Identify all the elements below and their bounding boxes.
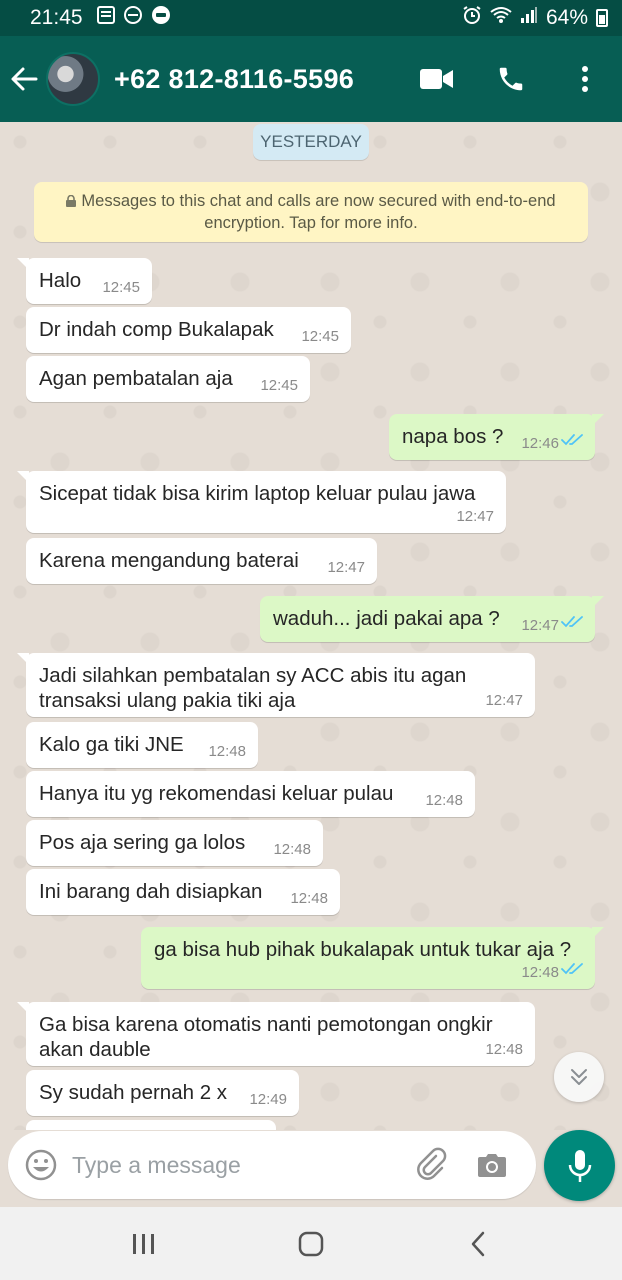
news-icon: [96, 6, 115, 30]
mic-icon: [568, 1149, 591, 1182]
message-bubble[interactable]: waduh... jadi pakai apa ? 12:47: [260, 596, 604, 642]
message-text: ga bisa hub pihak bukalapak untuk tukar …: [154, 938, 572, 961]
double-check-icon: [561, 610, 585, 635]
chat-area[interactable]: YESTERDAY Messages to this chat and call…: [0, 122, 622, 1130]
message-time: 12:47: [327, 559, 365, 576]
lock-icon: [66, 192, 77, 213]
message-time: 12:47: [456, 508, 494, 525]
wifi-icon: [490, 6, 512, 30]
message-time: 12:47: [485, 692, 523, 709]
camera-icon: [478, 1154, 506, 1177]
nav-back-icon: [472, 1231, 485, 1256]
message-time: 12:48: [521, 964, 559, 981]
message-bubble[interactable]: Kalo ga tiki JNE 12:48: [26, 722, 258, 768]
message-text: Jadi silahkan pembatalan sy ACC abis itu…: [39, 664, 467, 712]
message-bubble[interactable]: Ga bisa karena otomatis nanti pemotongan…: [17, 1002, 535, 1066]
nav-back-button[interactable]: [438, 1214, 518, 1274]
home-button[interactable]: [271, 1214, 351, 1274]
menu-button[interactable]: [548, 49, 622, 109]
message-time: 12:45: [301, 328, 339, 345]
signal-icon: [520, 6, 538, 30]
avatar[interactable]: [46, 52, 100, 106]
message-text: Halo: [39, 269, 82, 292]
message-bubble[interactable]: napa bos ? 12:46: [389, 414, 604, 460]
message-bubble[interactable]: ga bisa hub pihak bukalapak untuk tukar …: [141, 927, 604, 989]
message-text: Ga bisa karena otomatis nanti pemotongan…: [39, 1013, 493, 1061]
message-time: 12:49: [249, 1091, 287, 1108]
more-vert-icon: [582, 66, 588, 92]
battery-percent: 64%: [545, 6, 588, 29]
message-bubble[interactable]: Karena mengandung baterai 12:47: [26, 538, 377, 584]
message-input[interactable]: [72, 1140, 402, 1190]
status-time: 21:45: [30, 6, 83, 29]
battery-icon: [596, 9, 608, 27]
recent-apps-button[interactable]: [104, 1214, 184, 1274]
encryption-text: Messages to this chat and calls are now …: [81, 192, 556, 232]
chevron-double-down-icon: [571, 1069, 587, 1085]
message-bubble[interactable]: Dr indah comp Bukalapak 12:45: [26, 307, 351, 353]
emoji-icon: [25, 1149, 57, 1181]
message-time: 12:45: [102, 279, 140, 296]
message-text: Sy sudah pernah 2 x: [39, 1081, 228, 1104]
message-text: Karena mengandung baterai: [39, 549, 299, 572]
encryption-notice[interactable]: Messages to this chat and calls are now …: [34, 182, 588, 242]
video-call-icon: [420, 69, 453, 89]
message-text: Pos aja sering ga lolos: [39, 831, 246, 854]
back-arrow-icon: [11, 67, 38, 91]
back-button[interactable]: [2, 65, 46, 93]
video-call-button[interactable]: [400, 49, 474, 109]
message-bubble[interactable]: Hanya itu yg rekomendasi keluar pulau 12…: [26, 771, 475, 817]
message-bubble[interactable]: Sicepat tidak bisa kirim laptop keluar p…: [17, 471, 506, 533]
alarm-icon: [462, 5, 482, 31]
message-text: napa bos ?: [402, 425, 504, 448]
chat-bubble-icon: [151, 5, 171, 31]
message-time: 12:47: [521, 617, 559, 634]
message-text: Kalo ga tiki JNE: [39, 733, 184, 756]
recent-apps-icon: [132, 1233, 154, 1254]
attach-icon: [417, 1147, 447, 1180]
message-text: Dr indah comp Bukalapak: [39, 318, 274, 341]
phone-icon: [499, 67, 523, 91]
chat-header: +62 812-8116-5596: [0, 36, 622, 122]
message-time: 12:48: [425, 792, 463, 809]
message-text: Sicepat tidak bisa kirim laptop keluar p…: [39, 482, 476, 505]
attach-button[interactable]: [402, 1135, 462, 1195]
message-time: 12:46: [521, 435, 559, 452]
double-check-icon: [561, 428, 585, 453]
date-separator: YESTERDAY: [253, 124, 369, 160]
camera-button[interactable]: [462, 1135, 522, 1195]
scroll-to-bottom-button[interactable]: [554, 1052, 604, 1102]
message-bubble[interactable]: Agan pembatalan aja 12:45: [26, 356, 310, 402]
message-text: waduh... jadi pakai apa ?: [273, 607, 500, 630]
message-text: Agan pembatalan aja: [39, 367, 233, 390]
message-bubble[interactable]: Pos aja sering ga lolos 12:48: [26, 820, 323, 866]
message-time: 12:48: [290, 890, 328, 907]
message-time: 12:45: [260, 377, 298, 394]
message-bubble[interactable]: Sy sudah pernah 2 x 12:49: [26, 1070, 299, 1116]
voice-message-button[interactable]: [544, 1130, 615, 1201]
status-bar: 21:45 64%: [0, 0, 622, 36]
message-text: Ini barang dah disiapkan: [39, 880, 263, 903]
message-time: 12:48: [485, 1041, 523, 1058]
emoji-button[interactable]: [10, 1135, 72, 1195]
message-text: Hanya itu yg rekomendasi keluar pulau: [39, 782, 394, 805]
contact-name[interactable]: +62 812-8116-5596: [114, 64, 354, 95]
message-bubble[interactable]: Jadi silahkan pembatalan sy ACC abis itu…: [17, 653, 535, 717]
message-time: 12:48: [208, 743, 246, 760]
double-check-icon: [561, 957, 585, 982]
home-icon: [298, 1231, 324, 1256]
message-bubble-partial[interactable]: [26, 1120, 276, 1130]
message-bubble[interactable]: Halo 12:45: [17, 258, 152, 304]
voice-call-button[interactable]: [474, 49, 548, 109]
minus-circle-icon: [123, 5, 143, 31]
system-nav-bar: [0, 1207, 622, 1280]
message-time: 12:48: [273, 841, 311, 858]
message-bubble[interactable]: Ini barang dah disiapkan 12:48: [26, 869, 340, 915]
message-composer: [8, 1131, 536, 1199]
